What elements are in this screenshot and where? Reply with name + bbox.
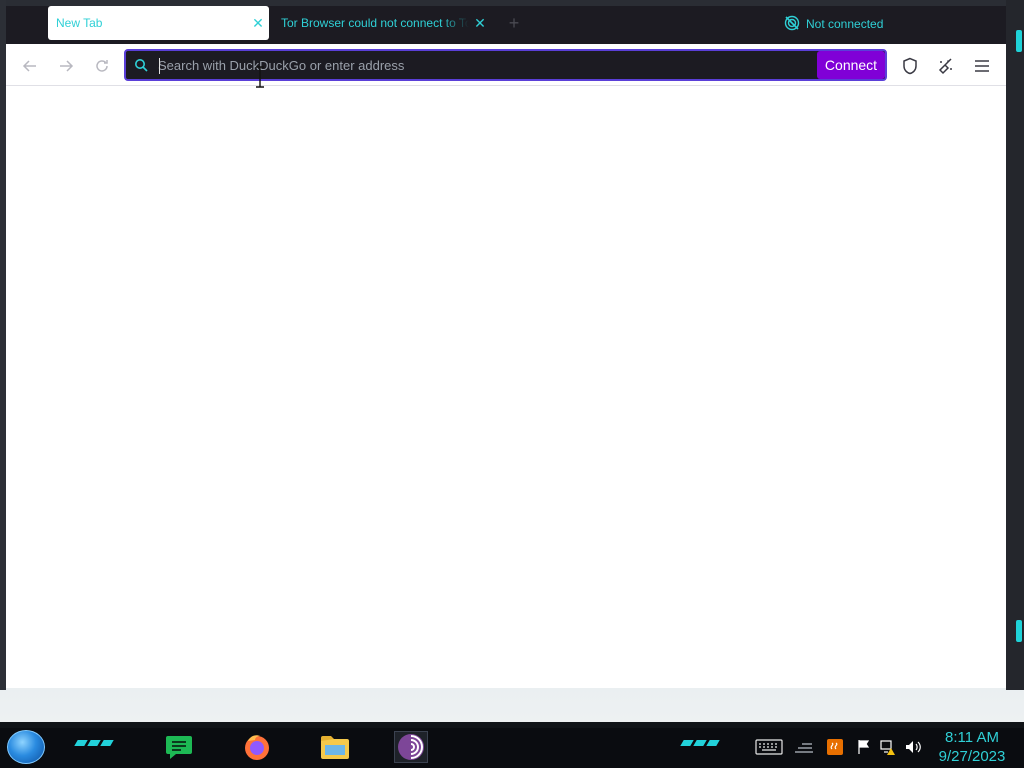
shield-icon[interactable] (898, 54, 922, 78)
network-icon[interactable] (792, 736, 816, 758)
tab-tor-error[interactable]: Tor Browser could not connect to Tor ✕ (273, 6, 491, 40)
keyboard-icon[interactable] (754, 736, 784, 758)
notes-icon[interactable] (162, 731, 196, 763)
forward-arrow-icon[interactable] (54, 54, 78, 78)
java-icon[interactable] (824, 736, 846, 758)
reload-icon[interactable] (90, 54, 114, 78)
firefox-icon[interactable] (240, 731, 274, 763)
connection-status-label: Not connected (806, 17, 884, 31)
connection-warning-icon[interactable] (878, 736, 898, 758)
close-icon[interactable]: ✕ (469, 15, 491, 32)
tab-label: New Tab (56, 16, 103, 30)
system-clock[interactable]: 8:11 AM 9/27/2023 (930, 728, 1014, 766)
hamburger-menu-icon[interactable] (970, 54, 994, 78)
desktop-frame-right (1006, 0, 1024, 690)
navigation-toolbar: Connect (6, 44, 1006, 86)
new-identity-broom-icon[interactable] (934, 54, 958, 78)
tab-bar: New Tab ✕ Tor Browser could not connect … (6, 6, 1006, 44)
frame-accent (1016, 30, 1022, 52)
taskbar-decoration (680, 740, 720, 746)
start-button[interactable] (7, 730, 45, 764)
connection-status[interactable]: Not connected (784, 14, 883, 34)
browser-window: New Tab ✕ Tor Browser could not connect … (6, 6, 1006, 688)
tab-label: Tor Browser could not connect to Tor (281, 16, 469, 30)
close-icon[interactable]: ✕ (247, 15, 269, 32)
new-tab-plus-icon[interactable]: + (504, 14, 524, 34)
action-center-flag-icon[interactable] (854, 736, 874, 758)
tor-browser-icon[interactable] (394, 731, 428, 763)
tor-disconnected-icon (784, 15, 800, 34)
frame-accent (1016, 620, 1022, 642)
text-cursor-icon (255, 66, 265, 88)
address-bar[interactable]: Connect (124, 49, 887, 81)
clock-date: 9/27/2023 (938, 748, 1006, 765)
tab-new-tab[interactable]: New Tab ✕ (48, 6, 269, 40)
taskbar-decoration (74, 740, 114, 746)
search-icon (126, 51, 156, 79)
page-content-area[interactable] (6, 86, 1006, 688)
connect-button[interactable]: Connect (817, 51, 885, 79)
text-caret (159, 58, 160, 74)
volume-icon[interactable] (902, 736, 924, 758)
clock-time: 8:11 AM (945, 729, 999, 746)
file-explorer-icon[interactable] (318, 731, 352, 763)
back-arrow-icon[interactable] (18, 54, 42, 78)
